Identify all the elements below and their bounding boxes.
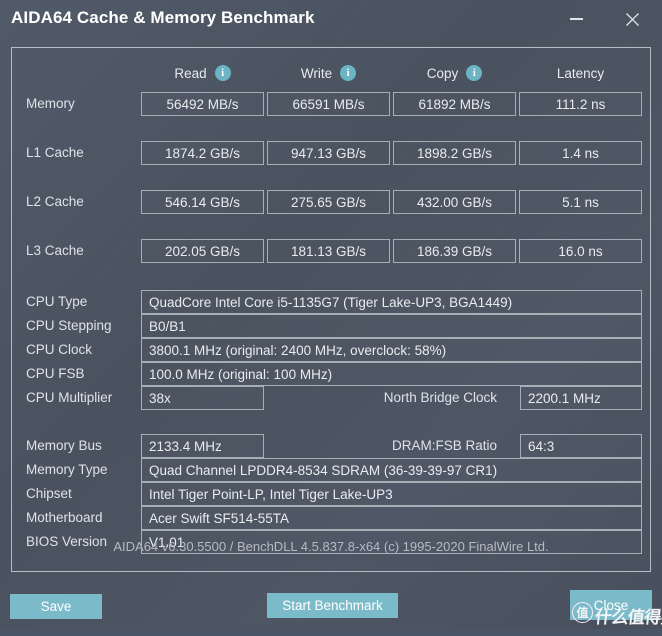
- column-header-latency-label: Latency: [556, 65, 605, 81]
- save-button[interactable]: Save: [10, 594, 102, 619]
- row-label-memory: Memory: [26, 96, 75, 111]
- label-cpu-clock: CPU Clock: [26, 342, 93, 357]
- minimize-button[interactable]: [559, 4, 593, 34]
- label-cpu-fsb: CPU FSB: [26, 366, 85, 381]
- value-cpu-fsb: 100.0 MHz (original: 100 MHz): [141, 362, 642, 386]
- write-info-icon[interactable]: i: [340, 65, 357, 81]
- label-north-bridge-clock: North Bridge Clock: [383, 390, 497, 405]
- copy-info-icon[interactable]: i: [466, 65, 483, 81]
- cell-l2-write: 275.65 GB/s: [267, 190, 390, 214]
- value-cpu-type: QuadCore Intel Core i5-1135G7 (Tiger Lak…: [141, 290, 642, 314]
- value-cpu-stepping: B0/B1: [141, 314, 642, 338]
- value-memory-bus: 2133.4 MHz: [141, 434, 264, 458]
- cell-l2-read: 546.14 GB/s: [141, 190, 264, 214]
- title-bar: AIDA64 Cache & Memory Benchmark: [0, 0, 662, 45]
- cell-l2-latency: 5.1 ns: [519, 190, 642, 214]
- value-cpu-multiplier: 38x: [141, 386, 264, 410]
- close-button[interactable]: Close: [570, 590, 652, 620]
- column-header-read: Read i: [141, 62, 264, 84]
- cell-l1-write: 947.13 GB/s: [267, 141, 390, 165]
- cell-l3-latency: 16.0 ns: [519, 239, 642, 263]
- value-memory-type: Quad Channel LPDDR4-8534 SDRAM (36-39-39…: [141, 458, 642, 482]
- cell-memory-read: 56492 MB/s: [141, 92, 264, 116]
- value-cpu-clock: 3800.1 MHz (original: 2400 MHz, overcloc…: [141, 338, 642, 362]
- label-dram-fsb-ratio: DRAM:FSB Ratio: [391, 438, 497, 453]
- label-cpu-stepping: CPU Stepping: [26, 318, 112, 333]
- cell-memory-copy: 61892 MB/s: [393, 92, 516, 116]
- window-close-button[interactable]: [615, 4, 649, 34]
- main-panel: Read i Write i Copy i Latency Memory 564…: [11, 47, 651, 572]
- cell-l1-read: 1874.2 GB/s: [141, 141, 264, 165]
- cell-l1-copy: 1898.2 GB/s: [393, 141, 516, 165]
- cell-memory-latency: 111.2 ns: [519, 92, 642, 116]
- cell-l3-read: 202.05 GB/s: [141, 239, 264, 263]
- cell-memory-write: 66591 MB/s: [267, 92, 390, 116]
- column-header-copy: Copy i: [393, 62, 516, 84]
- label-chipset: Chipset: [26, 486, 72, 501]
- label-cpu-type: CPU Type: [26, 294, 88, 309]
- column-header-latency: Latency: [519, 62, 642, 84]
- row-label-l3-cache: L3 Cache: [26, 243, 84, 258]
- cell-l1-latency: 1.4 ns: [519, 141, 642, 165]
- close-icon: [625, 12, 639, 26]
- read-info-icon[interactable]: i: [214, 65, 231, 81]
- cell-l3-copy: 186.39 GB/s: [393, 239, 516, 263]
- column-header-read-label: Read: [174, 65, 207, 81]
- aida64-benchmark-window: AIDA64 Cache & Memory Benchmark Read i W…: [0, 0, 662, 636]
- cell-l2-copy: 432.00 GB/s: [393, 190, 516, 214]
- value-chipset: Intel Tiger Point-LP, Intel Tiger Lake-U…: [141, 482, 642, 506]
- start-benchmark-button[interactable]: Start Benchmark: [267, 593, 398, 618]
- credit-text: AIDA64 v6.30.5500 / BenchDLL 4.5.837.8-x…: [113, 538, 549, 554]
- column-header-copy-label: Copy: [426, 65, 459, 81]
- row-label-l1-cache: L1 Cache: [26, 145, 84, 160]
- row-label-l2-cache: L2 Cache: [26, 194, 84, 209]
- value-north-bridge-clock: 2200.1 MHz: [520, 386, 642, 410]
- window-title: AIDA64 Cache & Memory Benchmark: [11, 8, 315, 27]
- minimize-icon: [569, 18, 583, 20]
- column-header-write: Write i: [267, 62, 390, 84]
- column-header-write-label: Write: [300, 65, 333, 81]
- bottom-strip: [0, 629, 662, 636]
- label-cpu-multiplier: CPU Multiplier: [26, 390, 113, 405]
- label-memory-type: Memory Type: [26, 462, 108, 477]
- label-memory-bus: Memory Bus: [26, 438, 102, 453]
- cell-l3-write: 181.13 GB/s: [267, 239, 390, 263]
- value-dram-fsb-ratio: 64:3: [520, 434, 642, 458]
